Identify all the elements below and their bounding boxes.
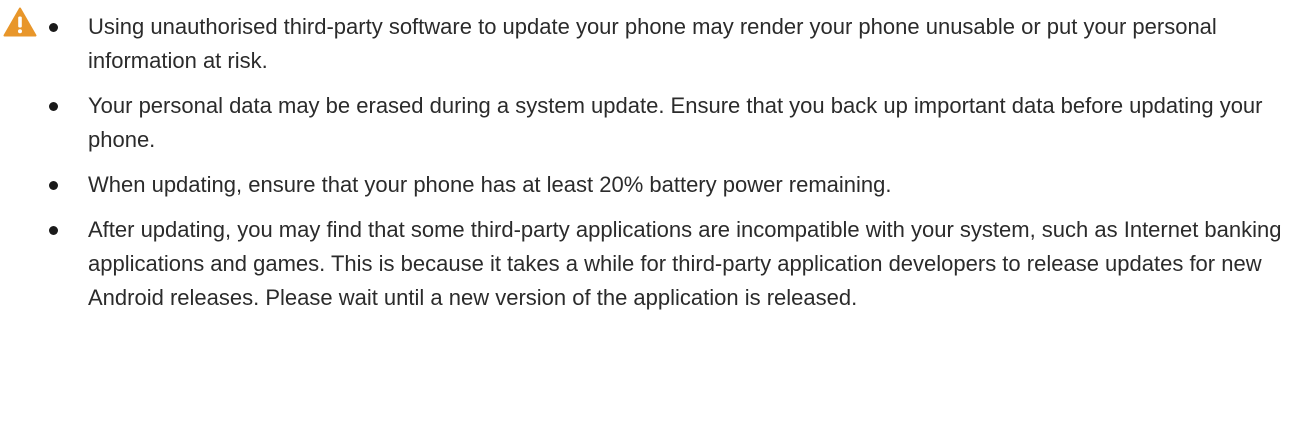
warning-item: Using unauthorised third-party software … — [44, 10, 1294, 78]
warning-icon — [3, 7, 37, 37]
warning-notice: Using unauthorised third-party software … — [0, 0, 1300, 448]
warning-list: Using unauthorised third-party software … — [44, 10, 1294, 326]
warning-item: After updating, you may find that some t… — [44, 213, 1294, 315]
warning-item: Your personal data may be erased during … — [44, 89, 1294, 157]
warning-item: When updating, ensure that your phone ha… — [44, 168, 1294, 202]
